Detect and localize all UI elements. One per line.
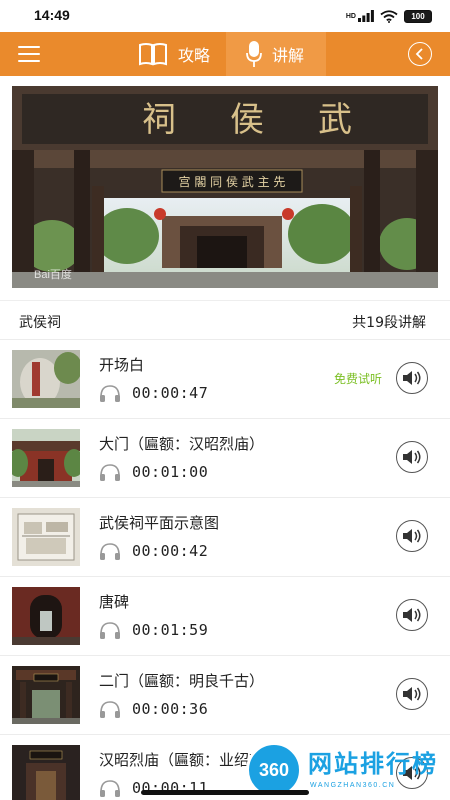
item-title: 唐碑 <box>99 593 130 611</box>
signal-icon <box>358 10 374 22</box>
headphone-icon <box>100 464 120 481</box>
list-item[interactable]: 大门（匾额：汉昭烈庙） 00:01:00 <box>0 418 450 497</box>
logo-subtitle: WANGZHAN360.CN <box>310 782 396 789</box>
hd-indicator: HD <box>345 12 356 20</box>
headphone-icon <box>100 543 120 560</box>
section-header: 武侯祠 共19段讲解 <box>0 300 450 340</box>
list-item[interactable]: 唐碑 00:01:59 <box>0 576 450 655</box>
back-button[interactable] <box>408 42 432 66</box>
headphone-icon <box>100 701 120 718</box>
play-audio-button[interactable] <box>396 362 428 394</box>
banner-image: 祠 侯 武 宫 閣 同 侯 武 主 先 Bai百度 <box>12 86 438 288</box>
chevron-left-icon <box>415 48 423 60</box>
menu-icon[interactable] <box>18 44 40 64</box>
play-audio-button[interactable] <box>396 678 428 710</box>
headphone-icon <box>100 780 120 797</box>
status-icons: HD 100 <box>346 9 432 23</box>
item-title: 大门（匾额：汉昭烈庙） <box>99 435 265 453</box>
narration-list: 开场白 00:00:47 免费试听 大门（匾额：汉昭烈庙） 00:01:00 武… <box>0 339 450 800</box>
item-duration: 00:01:59 <box>132 621 209 639</box>
thumbnail-image <box>12 587 80 645</box>
wifi-icon <box>380 9 398 23</box>
headphone-icon <box>100 385 120 402</box>
free-trial-badge: 免费试听 <box>333 372 382 386</box>
svg-text:武: 武 <box>318 100 352 140</box>
tab-narration-label: 讲解 <box>272 46 305 65</box>
list-item[interactable]: 二门（匾额：明良千古） 00:00:36 <box>0 655 450 734</box>
item-duration: 00:01:00 <box>132 463 209 481</box>
play-audio-button[interactable] <box>396 520 428 552</box>
tab-guide-label: 攻略 <box>178 46 211 65</box>
item-title: 开场白 <box>99 356 145 374</box>
logo-title: 网站排行榜 <box>308 750 438 778</box>
speaker-icon <box>403 450 421 464</box>
thumbnail-image <box>12 350 80 408</box>
headphone-icon <box>100 622 120 639</box>
svg-text:祠: 祠 <box>142 100 176 140</box>
thumbnail-image <box>12 429 80 487</box>
status-bar: 14:49 HD 100 <box>0 0 450 32</box>
thumbnail-image <box>12 508 80 566</box>
home-indicator[interactable] <box>141 790 309 795</box>
item-title: 二门（匾额：明良千古） <box>99 672 265 690</box>
play-audio-button[interactable] <box>396 599 428 631</box>
thumbnail-image <box>12 745 80 800</box>
item-title: 武侯祠平面示意图 <box>99 514 220 532</box>
svg-text:侯: 侯 <box>230 100 264 140</box>
list-item[interactable]: 武侯祠平面示意图 00:00:42 <box>0 497 450 576</box>
battery-icon: 100 <box>404 9 432 23</box>
speaker-icon <box>403 371 421 385</box>
item-duration: 00:00:47 <box>132 384 209 402</box>
banner-watermark: Bai百度 <box>34 269 72 281</box>
thumbnail-image <box>12 666 80 724</box>
item-duration: 00:00:36 <box>132 700 209 718</box>
list-item[interactable]: 开场白 00:00:47 免费试听 <box>0 339 450 418</box>
section-count: 共19段讲解 <box>352 315 426 331</box>
tab-narration[interactable]: 讲解 <box>226 32 326 76</box>
speaker-icon <box>403 687 421 701</box>
status-time: 14:49 <box>34 7 70 23</box>
item-duration: 00:00:42 <box>132 542 209 560</box>
top-nav-bar: 攻略 讲解 <box>0 32 450 76</box>
svg-text:宫 閣 同 侯 武 主 先: 宫 閣 同 侯 武 主 先 <box>179 174 286 189</box>
speaker-icon <box>403 529 421 543</box>
speaker-icon <box>403 608 421 622</box>
tab-guide[interactable]: 攻略 <box>138 32 222 76</box>
section-title: 武侯祠 <box>19 315 61 331</box>
microphone-icon <box>246 41 262 67</box>
play-audio-button[interactable] <box>396 441 428 473</box>
book-icon <box>139 43 167 66</box>
temple-gate-illustration: 祠 侯 武 宫 閣 同 侯 武 主 先 <box>12 86 438 288</box>
